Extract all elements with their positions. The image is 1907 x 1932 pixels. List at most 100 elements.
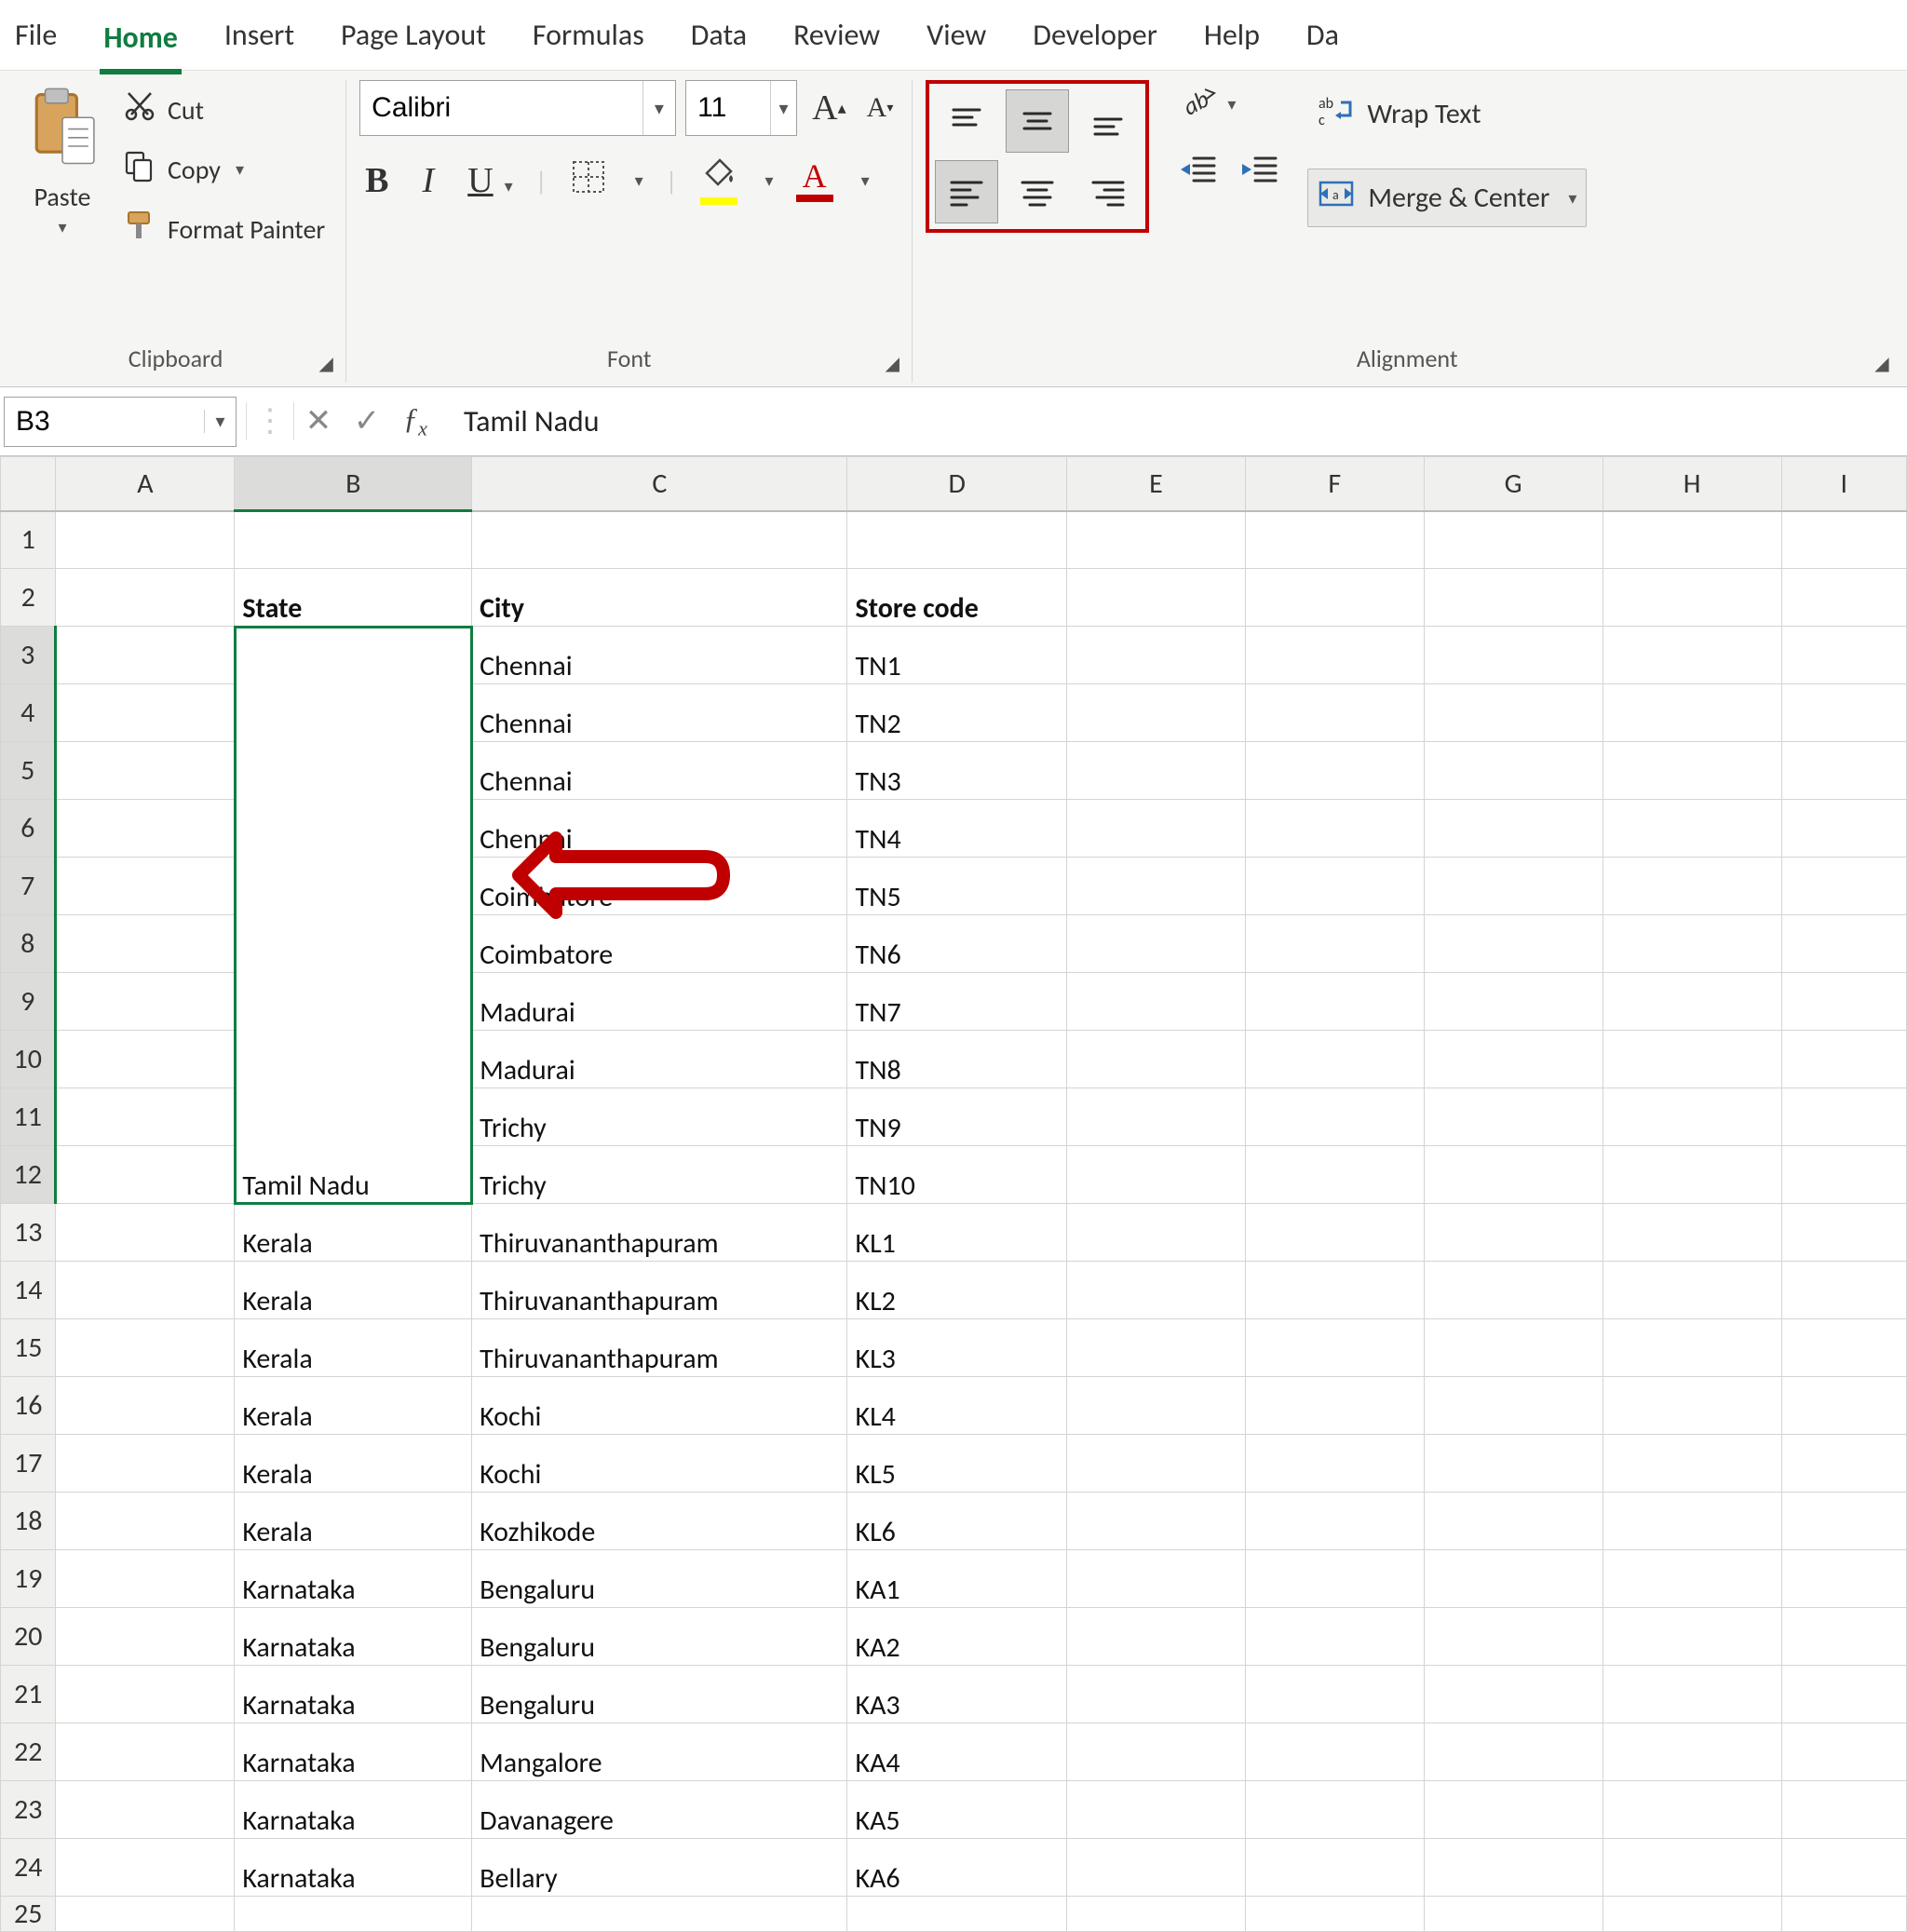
underline-button[interactable]: U <box>462 156 498 205</box>
underline-caret-icon[interactable]: ▾ <box>505 176 513 196</box>
font-size-combo[interactable]: ▾ <box>685 80 797 136</box>
align-top-button[interactable] <box>935 89 998 153</box>
cell-city[interactable]: Trichy <box>472 1088 847 1146</box>
cell-city[interactable]: Chennai <box>472 742 847 800</box>
row-header[interactable]: 5 <box>1 742 56 800</box>
name-box[interactable]: ▾ <box>4 397 237 447</box>
menu-review[interactable]: Review <box>790 11 884 59</box>
menu-file[interactable]: File <box>11 11 61 59</box>
cell-state[interactable]: Kerala <box>235 1204 472 1262</box>
cell-city[interactable]: Bengaluru <box>472 1550 847 1608</box>
row-header[interactable]: 15 <box>1 1319 56 1377</box>
row-header[interactable]: 17 <box>1 1435 56 1493</box>
cell-city[interactable]: Davanagere <box>472 1781 847 1839</box>
cell-merged-state[interactable]: Tamil Nadu <box>235 627 472 1204</box>
row-header[interactable]: 24 <box>1 1839 56 1897</box>
row-header[interactable]: 10 <box>1 1031 56 1088</box>
cell-store-code[interactable]: KA2 <box>847 1608 1067 1666</box>
font-color-caret-icon[interactable]: ▾ <box>861 170 870 191</box>
cell-store-code[interactable]: KA3 <box>847 1666 1067 1723</box>
menu-more[interactable]: Da <box>1303 11 1343 59</box>
paste-button[interactable]: Paste ▾ <box>19 80 106 243</box>
row-header[interactable]: 7 <box>1 858 56 915</box>
format-painter-button[interactable]: Format Painter <box>115 205 332 253</box>
cell-city[interactable]: Kochi <box>472 1435 847 1493</box>
row-header[interactable]: 1 <box>1 511 56 569</box>
cell-state[interactable]: Karnataka <box>235 1608 472 1666</box>
row-header[interactable]: 25 <box>1 1897 56 1932</box>
increase-font-button[interactable]: A▴ <box>806 84 852 132</box>
row-header[interactable]: 13 <box>1 1204 56 1262</box>
cell-city[interactable]: Bellary <box>472 1839 847 1897</box>
cell-city[interactable]: Madurai <box>472 973 847 1031</box>
cell-state[interactable]: Karnataka <box>235 1550 472 1608</box>
col-header-H[interactable]: H <box>1603 457 1781 511</box>
italic-button[interactable]: I <box>417 156 440 205</box>
row-header[interactable]: 3 <box>1 627 56 684</box>
cell-city[interactable]: Kochi <box>472 1377 847 1435</box>
cell-store-code[interactable]: TN3 <box>847 742 1067 800</box>
name-box-caret-icon[interactable]: ▾ <box>204 410 236 433</box>
increase-indent-button[interactable] <box>1238 149 1279 197</box>
orientation-button[interactable]: ab <box>1177 80 1218 128</box>
grid[interactable]: A B C D E F G H I 1 2 State City Store c… <box>0 456 1907 1932</box>
align-middle-button[interactable] <box>1006 89 1069 153</box>
row-header[interactable]: 12 <box>1 1146 56 1204</box>
col-header-I[interactable]: I <box>1781 457 1906 511</box>
cell-store-code[interactable]: TN5 <box>847 858 1067 915</box>
cell-city[interactable]: Kozhikode <box>472 1493 847 1550</box>
cut-button[interactable]: Cut <box>115 86 332 134</box>
font-size-input[interactable] <box>686 92 770 124</box>
decrease-font-button[interactable]: A▾ <box>861 88 899 128</box>
cell-state[interactable]: Kerala <box>235 1319 472 1377</box>
menu-help[interactable]: Help <box>1200 11 1264 59</box>
menu-view[interactable]: View <box>923 11 990 59</box>
cell-store-code[interactable]: KL3 <box>847 1319 1067 1377</box>
name-box-input[interactable] <box>5 406 204 438</box>
cell-store-code[interactable]: KA1 <box>847 1550 1067 1608</box>
cell-store-code[interactable]: KL4 <box>847 1377 1067 1435</box>
cell-city[interactable]: Mangalore <box>472 1723 847 1781</box>
col-header-E[interactable]: E <box>1067 457 1246 511</box>
cell-header-city[interactable]: City <box>472 569 847 627</box>
cell-state[interactable]: Karnataka <box>235 1781 472 1839</box>
cell-store-code[interactable]: KA6 <box>847 1839 1067 1897</box>
cell-store-code[interactable]: KA4 <box>847 1723 1067 1781</box>
font-name-combo[interactable]: ▾ <box>359 80 676 136</box>
fill-color-button[interactable] <box>700 156 737 205</box>
cell-store-code[interactable]: KL6 <box>847 1493 1067 1550</box>
cell-store-code[interactable]: TN8 <box>847 1031 1067 1088</box>
cell-city[interactable]: Madurai <box>472 1031 847 1088</box>
cell-state[interactable]: Karnataka <box>235 1666 472 1723</box>
borders-caret-icon[interactable]: ▾ <box>635 170 643 191</box>
cell-city[interactable]: Coimbatore <box>472 915 847 973</box>
row-header[interactable]: 20 <box>1 1608 56 1666</box>
menu-developer[interactable]: Developer <box>1029 11 1161 59</box>
cell-store-code[interactable]: KL2 <box>847 1262 1067 1319</box>
row-header[interactable]: 9 <box>1 973 56 1031</box>
menu-data[interactable]: Data <box>687 11 751 59</box>
formula-content[interactable]: Tamil Nadu <box>440 403 1907 439</box>
bold-button[interactable]: B <box>359 156 394 205</box>
cell-store-code[interactable]: TN6 <box>847 915 1067 973</box>
align-bottom-button[interactable] <box>1076 89 1140 153</box>
cell-state[interactable]: Karnataka <box>235 1723 472 1781</box>
cell-state[interactable]: Kerala <box>235 1435 472 1493</box>
fill-color-caret-icon[interactable]: ▾ <box>765 170 774 191</box>
font-color-button[interactable]: A <box>796 159 833 202</box>
wrap-text-button[interactable]: abc Wrap Text <box>1307 86 1587 142</box>
font-name-caret-icon[interactable]: ▾ <box>642 81 676 135</box>
decrease-indent-button[interactable] <box>1177 149 1218 197</box>
row-header[interactable]: 4 <box>1 684 56 742</box>
cell-store-code[interactable]: TN4 <box>847 800 1067 858</box>
font-name-input[interactable] <box>360 92 642 124</box>
cell-city[interactable]: Coimbatore <box>472 858 847 915</box>
row-header[interactable]: 8 <box>1 915 56 973</box>
cell-city[interactable]: Chennai <box>472 800 847 858</box>
col-header-D[interactable]: D <box>847 457 1067 511</box>
cell-store-code[interactable]: TN9 <box>847 1088 1067 1146</box>
row-header[interactable]: 22 <box>1 1723 56 1781</box>
cell-store-code[interactable]: KL5 <box>847 1435 1067 1493</box>
cell-header-state[interactable]: State <box>235 569 472 627</box>
clipboard-launcher-icon[interactable]: ◢ <box>314 351 338 375</box>
